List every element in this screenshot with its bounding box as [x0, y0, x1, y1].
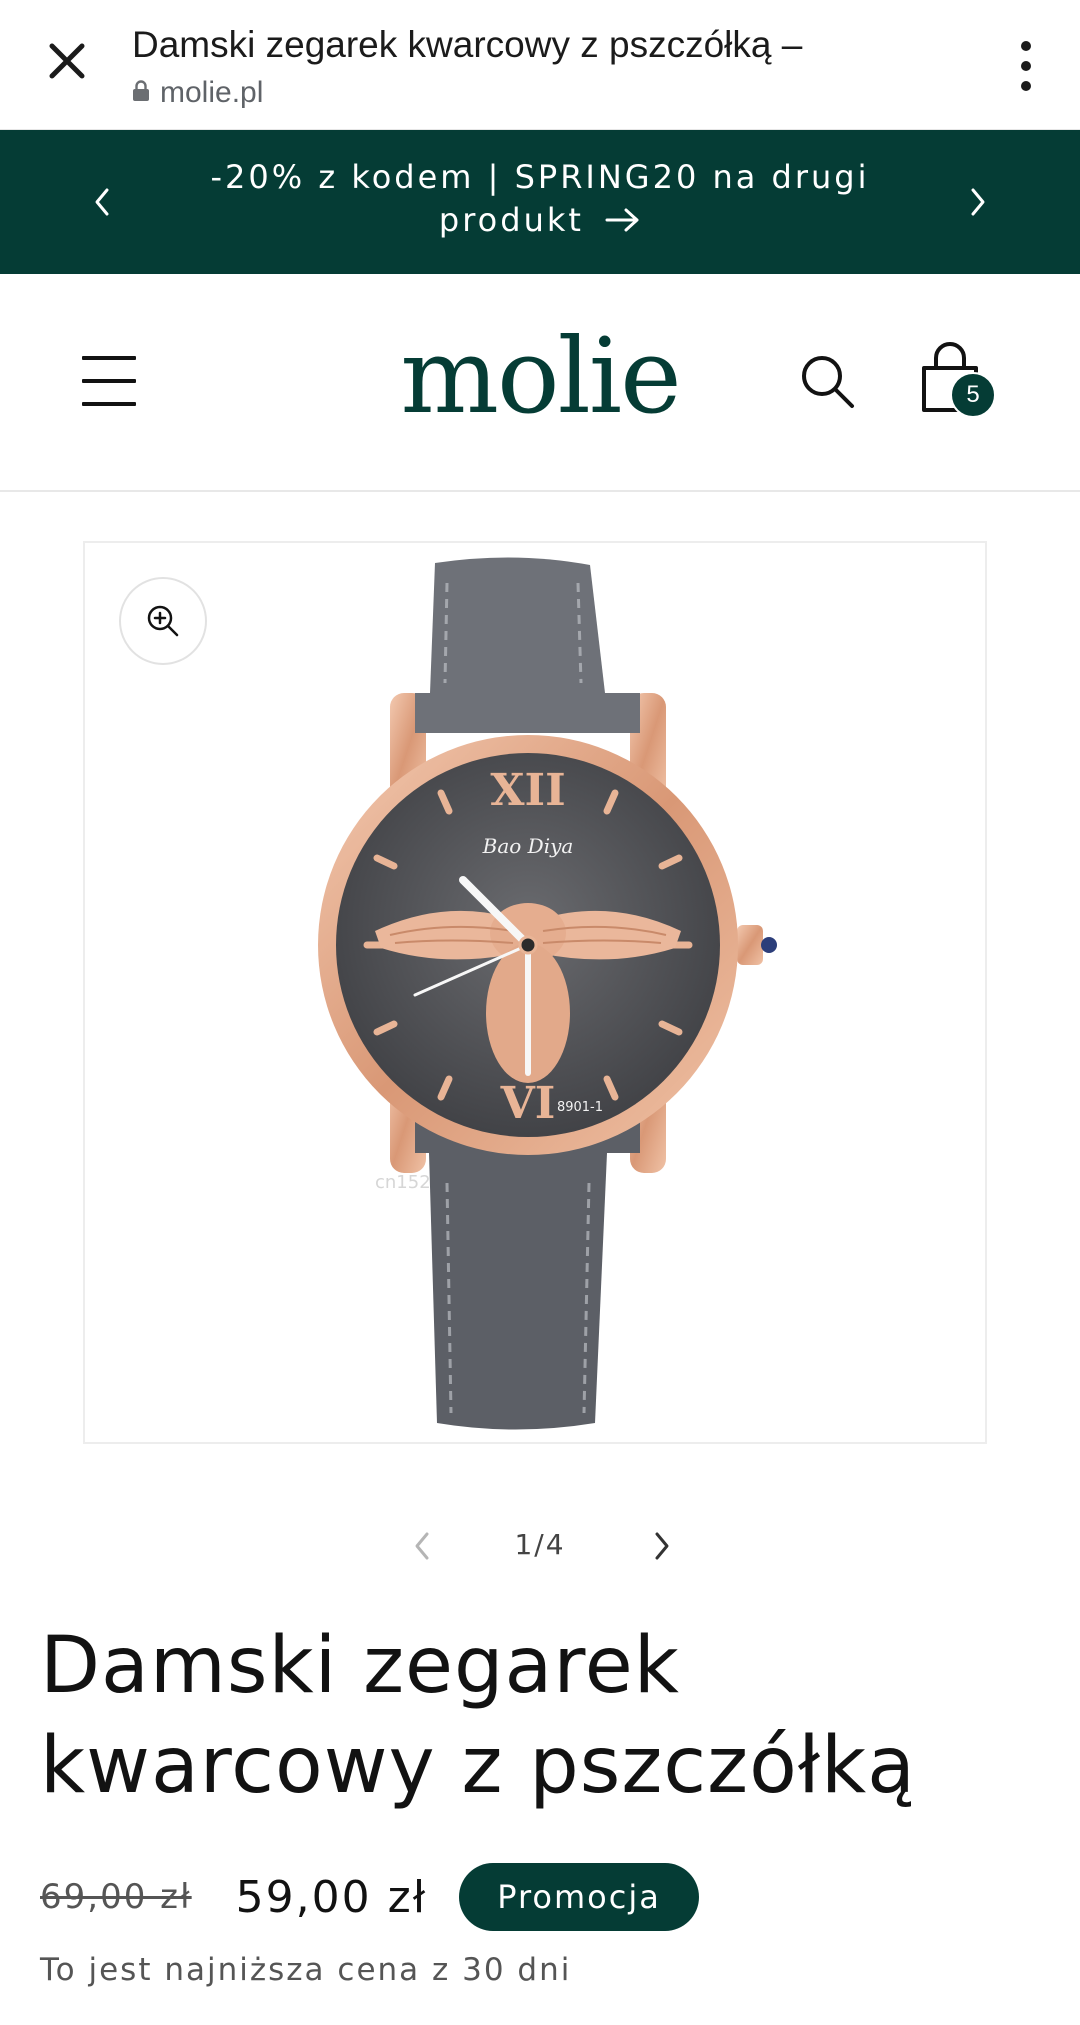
more-options-icon[interactable]	[1006, 36, 1046, 96]
page-domain: molie.pl	[132, 76, 263, 110]
announcement-bar: -20% z kodem | SPRING20 na drugi produkt	[0, 130, 1080, 274]
site-header: molie 5	[0, 274, 1080, 492]
watch-brand-text: Bao Diya	[482, 834, 574, 858]
sale-badge: Promocja	[459, 1863, 699, 1931]
product-image[interactable]: XII VI Bao Diya 8901-1 cn152	[83, 541, 987, 1444]
slide-next-button[interactable]	[640, 1524, 684, 1568]
lowest-price-note: To jest najniższa cena z 30 dni	[40, 1952, 572, 1988]
hamburger-icon[interactable]	[82, 356, 138, 406]
regular-price: 69,00 zł	[40, 1877, 192, 1917]
watch-image: XII VI Bao Diya 8901-1 cn152	[318, 557, 777, 1430]
slide-counter: 1/4	[514, 1528, 566, 1561]
price-row: 69,00 zł 59,00 zł Promocja	[40, 1862, 699, 1932]
chevron-left-icon	[95, 188, 109, 216]
close-icon[interactable]	[36, 30, 98, 92]
product-title: Damski zegarek kwarcowy z pszczółką	[40, 1616, 1040, 1816]
product-title-line2: kwarcowy z pszczółką	[40, 1721, 916, 1811]
search-icon[interactable]	[800, 354, 856, 410]
slide-prev-button[interactable]	[400, 1524, 444, 1568]
chevron-left-icon	[415, 1532, 429, 1560]
chevron-right-icon	[971, 188, 985, 216]
arrow-right-icon	[605, 201, 641, 244]
browser-toolbar: Damski zegarek kwarcowy z pszczółką – mo…	[0, 0, 1080, 130]
domain-text: molie.pl	[160, 76, 264, 109]
chevron-right-icon	[655, 1532, 669, 1560]
site-logo[interactable]: molie	[400, 316, 681, 436]
lock-icon	[132, 76, 150, 110]
announcement-line1: -20% z kodem | SPRING20 na drugi	[210, 158, 870, 196]
gallery-slider-controls: 1/4	[0, 1520, 1080, 1572]
page-title: Damski zegarek kwarcowy z pszczółką –	[132, 24, 803, 65]
product-title-line1: Damski zegarek	[40, 1621, 680, 1711]
sale-price: 59,00 zł	[235, 1871, 428, 1923]
announcement-line2: produkt	[438, 201, 584, 239]
announcement-next-button[interactable]	[952, 176, 1004, 228]
image-watermark: cn152	[375, 1172, 431, 1193]
svg-text:XII: XII	[490, 765, 565, 816]
cart-button[interactable]: 5	[918, 340, 1008, 430]
announcement-prev-button[interactable]	[76, 176, 128, 228]
cart-count-badge: 5	[950, 372, 996, 418]
svg-text:VI: VI	[500, 1078, 556, 1129]
watch-model-text: 8901-1	[557, 1100, 603, 1115]
announcement-link[interactable]: -20% z kodem | SPRING20 na drugi produkt	[180, 156, 900, 244]
zoom-in-icon[interactable]	[119, 577, 207, 665]
